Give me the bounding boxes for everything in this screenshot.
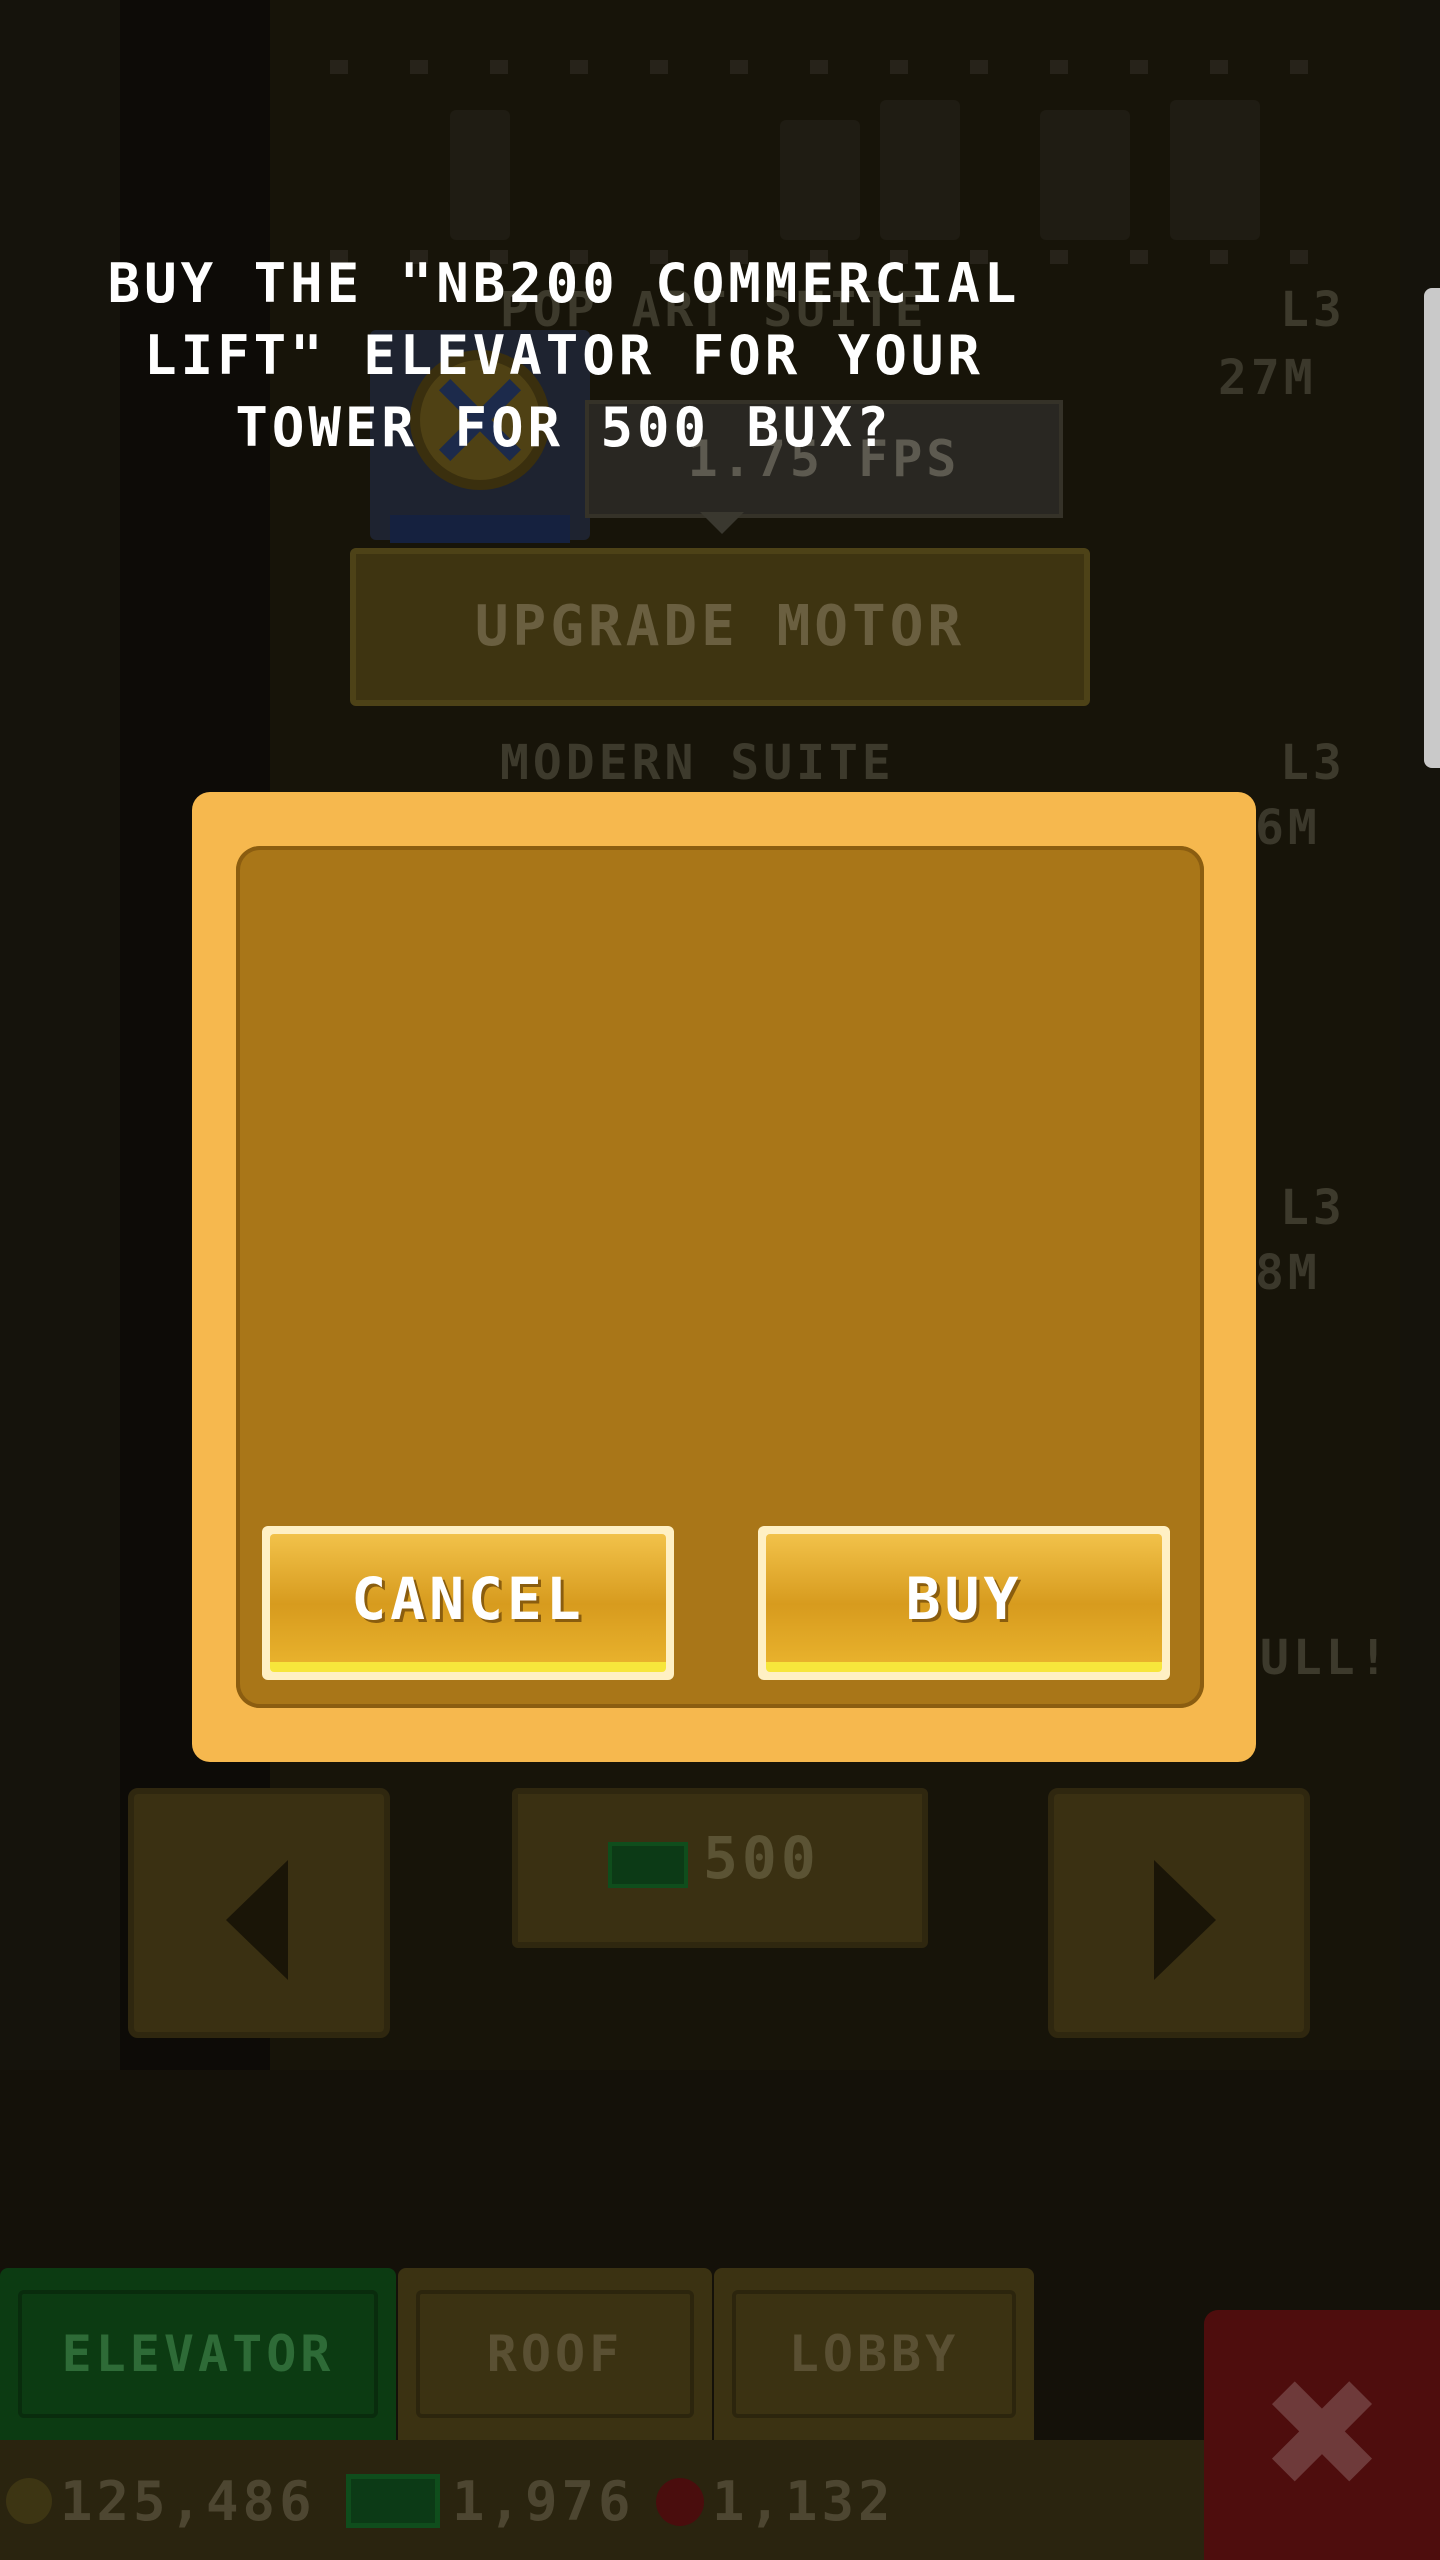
bux-bill-icon bbox=[608, 1842, 688, 1888]
dialog-message: BUY THE "NB200 COMMERCIAL LIFT" ELEVATOR… bbox=[107, 252, 1021, 459]
motor-base bbox=[390, 515, 570, 543]
floor-level: L3 bbox=[1280, 282, 1346, 338]
tab-elevator[interactable]: ELEVATOR bbox=[0, 2268, 396, 2440]
floor-price: 8M bbox=[1255, 1245, 1321, 1301]
close-button[interactable]: ✖ bbox=[1204, 2310, 1440, 2560]
elevator-price-button[interactable]: 500 bbox=[512, 1788, 928, 1948]
previous-elevator-button[interactable] bbox=[128, 1788, 390, 2038]
buy-button[interactable]: BUY bbox=[758, 1526, 1170, 1680]
coin-balance: 125,486 bbox=[60, 2470, 316, 2533]
floor-level: L3 bbox=[1280, 735, 1346, 791]
tab-roof-label: ROOF bbox=[486, 2325, 624, 2383]
floor-price: 6M bbox=[1255, 800, 1321, 856]
resident-figure bbox=[1170, 100, 1260, 240]
tab-lobby[interactable]: LOBBY bbox=[714, 2268, 1034, 2440]
resident-figure bbox=[450, 110, 510, 240]
gem-balance: 1,132 bbox=[712, 2470, 895, 2533]
elevator-price: 500 bbox=[703, 1824, 820, 1892]
coin-icon bbox=[6, 2478, 52, 2524]
bux-bill-icon bbox=[346, 2474, 440, 2528]
upgrade-motor-button[interactable]: UPGRADE MOTOR bbox=[350, 548, 1090, 706]
speed-pointer-icon bbox=[700, 512, 744, 534]
resident-figure bbox=[880, 100, 960, 240]
tab-elevator-label: ELEVATOR bbox=[61, 2325, 335, 2383]
close-icon: ✖ bbox=[1259, 2348, 1385, 2522]
resident-figure bbox=[1040, 110, 1130, 240]
tab-roof[interactable]: ROOF bbox=[398, 2268, 712, 2440]
next-elevator-button[interactable] bbox=[1048, 1788, 1310, 2038]
tab-lobby-label: LOBBY bbox=[788, 2325, 960, 2383]
floor-level: L3 bbox=[1280, 1180, 1346, 1236]
gem-icon bbox=[656, 2478, 704, 2526]
cancel-button[interactable]: CANCEL bbox=[262, 1526, 674, 1680]
arrow-left-icon bbox=[226, 1860, 288, 1980]
floor-name: MODERN SUITE bbox=[500, 735, 895, 791]
floor-lights bbox=[330, 60, 1350, 74]
cancel-button-label: CANCEL bbox=[351, 1565, 585, 1633]
edge-scroll-handle[interactable] bbox=[1424, 288, 1440, 768]
buy-button-label: BUY bbox=[905, 1565, 1023, 1633]
upgrade-motor-label: UPGRADE MOTOR bbox=[474, 594, 966, 659]
bux-balance: 1,976 bbox=[452, 2470, 635, 2533]
resident-figure bbox=[780, 120, 860, 240]
floor-status: ULL! bbox=[1260, 1630, 1392, 1686]
floor-price: 27M bbox=[1218, 350, 1317, 406]
arrow-right-icon bbox=[1154, 1860, 1216, 1980]
